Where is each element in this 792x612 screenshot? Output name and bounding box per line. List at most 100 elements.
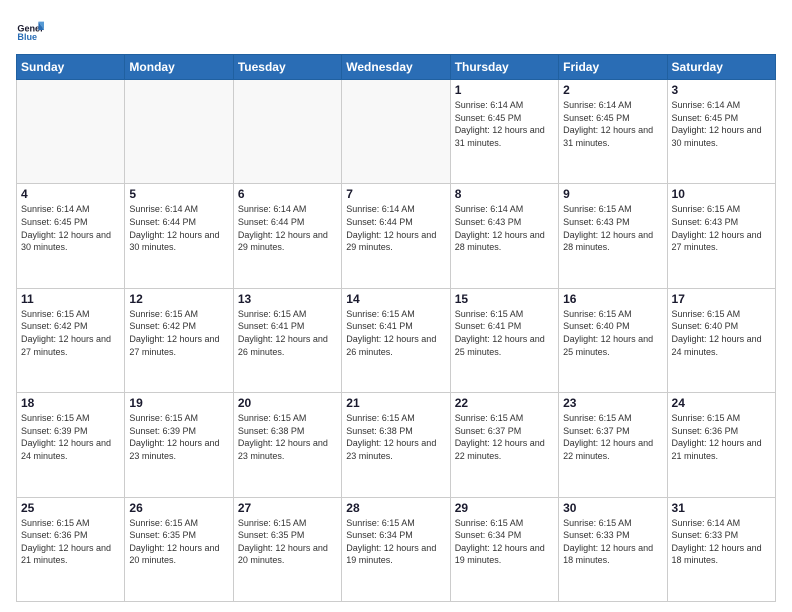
calendar-week-1: 1 Sunrise: 6:14 AM Sunset: 6:45 PM Daylig… — [17, 80, 776, 184]
day-info: Sunrise: 6:14 AM Sunset: 6:44 PM Dayligh… — [346, 203, 445, 253]
day-info: Sunrise: 6:14 AM Sunset: 6:45 PM Dayligh… — [455, 99, 554, 149]
day-info: Sunrise: 6:14 AM Sunset: 6:45 PM Dayligh… — [21, 203, 120, 253]
day-number: 15 — [455, 292, 554, 306]
day-header-friday: Friday — [559, 55, 667, 80]
day-info: Sunrise: 6:15 AM Sunset: 6:38 PM Dayligh… — [346, 412, 445, 462]
day-info: Sunrise: 6:14 AM Sunset: 6:33 PM Dayligh… — [672, 517, 771, 567]
day-header-wednesday: Wednesday — [342, 55, 450, 80]
day-number: 29 — [455, 501, 554, 515]
day-info: Sunrise: 6:15 AM Sunset: 6:39 PM Dayligh… — [21, 412, 120, 462]
day-info: Sunrise: 6:15 AM Sunset: 6:41 PM Dayligh… — [238, 308, 337, 358]
day-number: 28 — [346, 501, 445, 515]
day-header-thursday: Thursday — [450, 55, 558, 80]
calendar-cell: 11 Sunrise: 6:15 AM Sunset: 6:42 PM Dayli… — [17, 288, 125, 392]
day-number: 2 — [563, 83, 662, 97]
day-number: 21 — [346, 396, 445, 410]
day-info: Sunrise: 6:15 AM Sunset: 6:37 PM Dayligh… — [563, 412, 662, 462]
calendar-week-5: 25Sunrise: 6:15 AM Sunset: 6:36 PM Dayli… — [17, 497, 776, 601]
day-header-tuesday: Tuesday — [233, 55, 341, 80]
calendar-cell: 1 Sunrise: 6:14 AM Sunset: 6:45 PM Daylig… — [450, 80, 558, 184]
day-number: 24 — [672, 396, 771, 410]
day-number: 31 — [672, 501, 771, 515]
day-number: 3 — [672, 83, 771, 97]
day-info: Sunrise: 6:15 AM Sunset: 6:42 PM Dayligh… — [21, 308, 120, 358]
day-number: 13 — [238, 292, 337, 306]
calendar-cell: 31 Sunrise: 6:14 AM Sunset: 6:33 PM Dayli… — [667, 497, 775, 601]
calendar-week-2: 4Sunrise: 6:14 AM Sunset: 6:45 PM Daylig… — [17, 184, 776, 288]
day-info: Sunrise: 6:15 AM Sunset: 6:40 PM Dayligh… — [563, 308, 662, 358]
logo: General Blue — [16, 16, 48, 44]
calendar-cell: 2Sunrise: 6:14 AM Sunset: 6:45 PM Daylig… — [559, 80, 667, 184]
calendar-cell: 28 Sunrise: 6:15 AM Sunset: 6:34 PM Dayli… — [342, 497, 450, 601]
day-info: Sunrise: 6:15 AM Sunset: 6:42 PM Dayligh… — [129, 308, 228, 358]
calendar-cell: 21 Sunrise: 6:15 AM Sunset: 6:38 PM Dayli… — [342, 393, 450, 497]
calendar-cell: 6 Sunrise: 6:14 AM Sunset: 6:44 PM Daylig… — [233, 184, 341, 288]
day-number: 9 — [563, 187, 662, 201]
day-info: Sunrise: 6:15 AM Sunset: 6:34 PM Dayligh… — [346, 517, 445, 567]
logo-icon: General Blue — [16, 16, 44, 44]
calendar-cell — [17, 80, 125, 184]
day-number: 19 — [129, 396, 228, 410]
day-info: Sunrise: 6:15 AM Sunset: 6:38 PM Dayligh… — [238, 412, 337, 462]
calendar-table: SundayMondayTuesdayWednesdayThursdayFrid… — [16, 54, 776, 602]
calendar-cell: 12Sunrise: 6:15 AM Sunset: 6:42 PM Dayli… — [125, 288, 233, 392]
header: General Blue — [16, 16, 776, 44]
calendar-cell: 20 Sunrise: 6:15 AM Sunset: 6:38 PM Dayli… — [233, 393, 341, 497]
day-number: 27 — [238, 501, 337, 515]
day-number: 25 — [21, 501, 120, 515]
calendar-cell: 19Sunrise: 6:15 AM Sunset: 6:39 PM Dayli… — [125, 393, 233, 497]
calendar-cell: 16Sunrise: 6:15 AM Sunset: 6:40 PM Dayli… — [559, 288, 667, 392]
calendar-cell: 5 Sunrise: 6:14 AM Sunset: 6:44 PM Daylig… — [125, 184, 233, 288]
day-info: Sunrise: 6:15 AM Sunset: 6:35 PM Dayligh… — [238, 517, 337, 567]
calendar-cell: 3 Sunrise: 6:14 AM Sunset: 6:45 PM Daylig… — [667, 80, 775, 184]
day-number: 23 — [563, 396, 662, 410]
calendar-cell: 9 Sunrise: 6:15 AM Sunset: 6:43 PM Daylig… — [559, 184, 667, 288]
calendar-cell: 29 Sunrise: 6:15 AM Sunset: 6:34 PM Dayli… — [450, 497, 558, 601]
day-header-sunday: Sunday — [17, 55, 125, 80]
day-header-saturday: Saturday — [667, 55, 775, 80]
calendar-cell: 10 Sunrise: 6:15 AM Sunset: 6:43 PM Dayli… — [667, 184, 775, 288]
calendar-cell — [233, 80, 341, 184]
calendar-week-3: 11 Sunrise: 6:15 AM Sunset: 6:42 PM Dayli… — [17, 288, 776, 392]
calendar-cell: 14 Sunrise: 6:15 AM Sunset: 6:41 PM Dayli… — [342, 288, 450, 392]
day-info: Sunrise: 6:14 AM Sunset: 6:45 PM Dayligh… — [672, 99, 771, 149]
day-info: Sunrise: 6:14 AM Sunset: 6:43 PM Dayligh… — [455, 203, 554, 253]
day-info: Sunrise: 6:14 AM Sunset: 6:44 PM Dayligh… — [238, 203, 337, 253]
calendar-cell: 8Sunrise: 6:14 AM Sunset: 6:43 PM Daylig… — [450, 184, 558, 288]
calendar-cell: 15 Sunrise: 6:15 AM Sunset: 6:41 PM Dayli… — [450, 288, 558, 392]
page: General Blue SundayMondayTuesdayWednesda… — [0, 0, 792, 612]
day-info: Sunrise: 6:15 AM Sunset: 6:35 PM Dayligh… — [129, 517, 228, 567]
calendar-cell: 22 Sunrise: 6:15 AM Sunset: 6:37 PM Dayli… — [450, 393, 558, 497]
day-number: 11 — [21, 292, 120, 306]
day-info: Sunrise: 6:15 AM Sunset: 6:43 PM Dayligh… — [672, 203, 771, 253]
calendar-cell: 18Sunrise: 6:15 AM Sunset: 6:39 PM Dayli… — [17, 393, 125, 497]
day-info: Sunrise: 6:15 AM Sunset: 6:43 PM Dayligh… — [563, 203, 662, 253]
day-number: 30 — [563, 501, 662, 515]
calendar-cell: 26 Sunrise: 6:15 AM Sunset: 6:35 PM Dayli… — [125, 497, 233, 601]
day-number: 5 — [129, 187, 228, 201]
day-number: 26 — [129, 501, 228, 515]
day-info: Sunrise: 6:15 AM Sunset: 6:41 PM Dayligh… — [346, 308, 445, 358]
day-number: 14 — [346, 292, 445, 306]
calendar-cell: 25Sunrise: 6:15 AM Sunset: 6:36 PM Dayli… — [17, 497, 125, 601]
calendar-cell — [125, 80, 233, 184]
day-number: 17 — [672, 292, 771, 306]
day-number: 22 — [455, 396, 554, 410]
day-number: 1 — [455, 83, 554, 97]
day-number: 7 — [346, 187, 445, 201]
day-header-monday: Monday — [125, 55, 233, 80]
day-number: 20 — [238, 396, 337, 410]
day-info: Sunrise: 6:15 AM Sunset: 6:34 PM Dayligh… — [455, 517, 554, 567]
day-number: 6 — [238, 187, 337, 201]
day-info: Sunrise: 6:14 AM Sunset: 6:44 PM Dayligh… — [129, 203, 228, 253]
day-info: Sunrise: 6:15 AM Sunset: 6:37 PM Dayligh… — [455, 412, 554, 462]
day-info: Sunrise: 6:15 AM Sunset: 6:41 PM Dayligh… — [455, 308, 554, 358]
calendar-cell: 27 Sunrise: 6:15 AM Sunset: 6:35 PM Dayli… — [233, 497, 341, 601]
calendar-cell: 13 Sunrise: 6:15 AM Sunset: 6:41 PM Dayli… — [233, 288, 341, 392]
day-info: Sunrise: 6:15 AM Sunset: 6:40 PM Dayligh… — [672, 308, 771, 358]
calendar-cell: 24Sunrise: 6:15 AM Sunset: 6:36 PM Dayli… — [667, 393, 775, 497]
calendar-cell: 4Sunrise: 6:14 AM Sunset: 6:45 PM Daylig… — [17, 184, 125, 288]
svg-text:Blue: Blue — [17, 32, 37, 42]
calendar-cell — [342, 80, 450, 184]
day-number: 10 — [672, 187, 771, 201]
